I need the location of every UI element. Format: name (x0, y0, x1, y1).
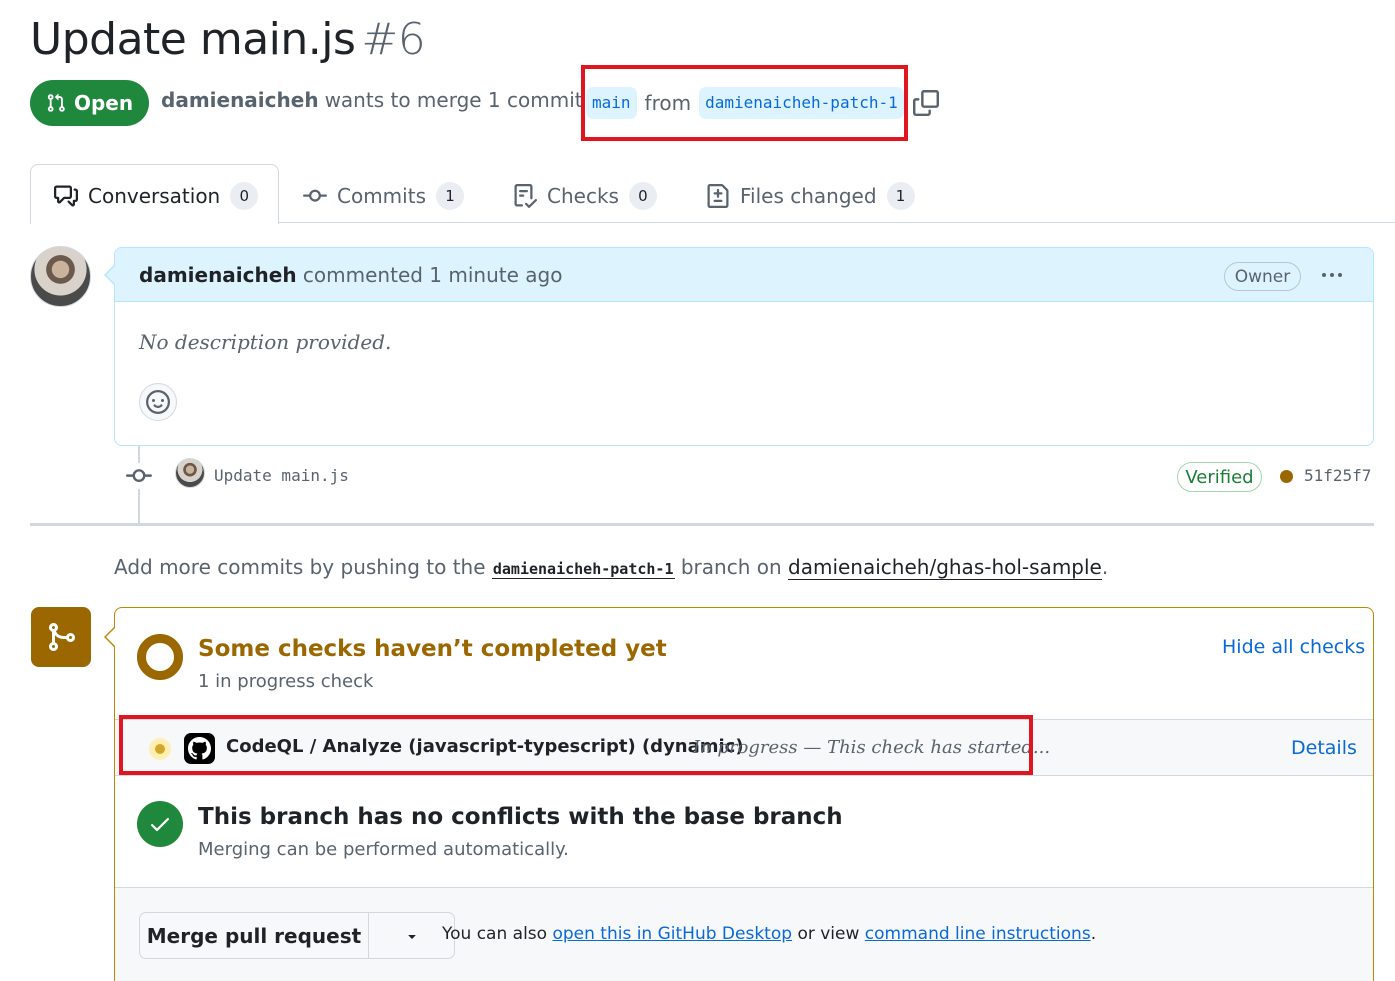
copy-icon[interactable] (913, 90, 939, 116)
add-reaction-button[interactable] (139, 383, 177, 421)
comment-header: damienaicheh commented 1 minute ago Owne… (115, 248, 1373, 302)
owner-badge: Owner (1224, 262, 1301, 291)
conflicts-subtitle: Merging can be performed automatically. (198, 839, 569, 860)
hide-all-checks-link[interactable]: Hide all checks (1222, 636, 1365, 658)
comment-author-link[interactable]: damienaicheh (139, 263, 297, 287)
tab-checks-label: Checks (547, 184, 619, 208)
push-hint-branch-link[interactable]: damienaicheh-patch-1 (491, 560, 675, 579)
git-merge-icon (49, 623, 76, 651)
open-github-desktop-link[interactable]: open this in GitHub Desktop (552, 924, 792, 944)
comment-discussion-icon (54, 185, 78, 207)
tab-commits-label: Commits (337, 184, 426, 208)
comment-box: damienaicheh commented 1 minute ago Owne… (114, 247, 1374, 446)
branch-refs: main from damienaicheh-patch-1 (586, 87, 910, 119)
tab-conversation[interactable]: Conversation 0 (54, 180, 259, 212)
git-pull-request-icon (47, 93, 65, 112)
pr-merge-summary: damienaicheh wants to merge 1 commit int… (161, 88, 627, 112)
checks-title: Some checks haven’t completed yet (198, 636, 667, 662)
merge-footer-prefix: You can also (442, 924, 548, 944)
pr-title: Update main.js #6 (30, 14, 426, 65)
checklist-icon (514, 184, 537, 208)
merge-footer-suffix: . (1090, 924, 1097, 944)
triangle-down-icon (407, 934, 416, 939)
tab-commits[interactable]: Commits 1 (303, 180, 464, 212)
tab-commits-count: 1 (435, 182, 464, 210)
avatar[interactable] (30, 246, 91, 307)
push-hint-repo-link[interactable]: damienaicheh/ghas-hol-sample (788, 555, 1102, 580)
tab-files-changed-label: Files changed (740, 184, 877, 208)
merge-box: Some checks haven’t completed yet 1 in p… (114, 607, 1374, 981)
commit-sha-link[interactable]: 51f25f7 (1304, 466, 1371, 485)
tab-conversation-label: Conversation (88, 184, 221, 208)
no-conflicts-check-icon (137, 801, 183, 847)
comment-pointer-fill (106, 265, 116, 285)
git-commit-icon (126, 463, 152, 489)
merge-footer-middle: or view (797, 924, 860, 944)
merge-pull-request-button[interactable]: Merge pull request (140, 913, 369, 958)
push-hint-middle: branch on (680, 555, 782, 579)
commit-avatar[interactable] (175, 458, 205, 488)
pr-state-badge: Open (30, 80, 149, 126)
push-hint-prefix: Add more commits by pushing to the (114, 555, 486, 579)
from-label: from (644, 91, 692, 115)
pr-number: #6 (361, 14, 426, 65)
verified-badge[interactable]: Verified (1177, 462, 1262, 492)
conflicts-title: This branch has no conflicts with the ba… (198, 804, 843, 830)
tab-checks[interactable]: Checks 0 (513, 180, 657, 212)
commit-status-dot[interactable] (1280, 470, 1293, 483)
pr-title-text: Update main.js (30, 14, 356, 65)
merge-footer: Merge pull request You can also open thi… (115, 887, 1373, 981)
file-diff-icon (707, 184, 729, 208)
merge-pointer-fill (106, 627, 116, 647)
smiley-icon (146, 390, 170, 414)
check-details-link[interactable]: Details (1291, 737, 1357, 759)
tab-files-changed-count: 1 (886, 182, 915, 210)
merge-status-badge (31, 607, 91, 667)
push-hint-suffix: . (1101, 555, 1109, 579)
merge-button-group: Merge pull request (139, 912, 455, 959)
tab-files-changed[interactable]: Files changed 1 (706, 180, 915, 212)
commit-message-link[interactable]: Update main.js (214, 466, 349, 485)
comment-meta: damienaicheh commented 1 minute ago (139, 263, 562, 287)
head-branch-ref[interactable]: damienaicheh-patch-1 (699, 87, 904, 119)
check-highlight (119, 715, 1033, 775)
tab-checks-count: 0 (628, 182, 657, 210)
base-branch-ref[interactable]: main (586, 87, 637, 119)
pending-status-icon (137, 634, 183, 680)
pr-state-label: Open (73, 91, 134, 115)
comment-body: No description provided. (139, 330, 392, 354)
git-commit-icon (303, 189, 327, 202)
tab-conversation-count: 0 (230, 182, 259, 210)
kebab-horizontal-icon[interactable] (1316, 260, 1348, 290)
merge-footer-text: You can also open this in GitHub Desktop… (442, 924, 1096, 944)
pr-author-link[interactable]: damienaicheh (161, 88, 319, 112)
timeline-divider (30, 523, 1374, 526)
push-hint: Add more commits by pushing to the damie… (114, 555, 1109, 580)
comment-timestamp[interactable]: commented 1 minute ago (303, 263, 563, 287)
checks-subtitle: 1 in progress check (198, 671, 374, 692)
command-line-instructions-link[interactable]: command line instructions (865, 924, 1091, 944)
